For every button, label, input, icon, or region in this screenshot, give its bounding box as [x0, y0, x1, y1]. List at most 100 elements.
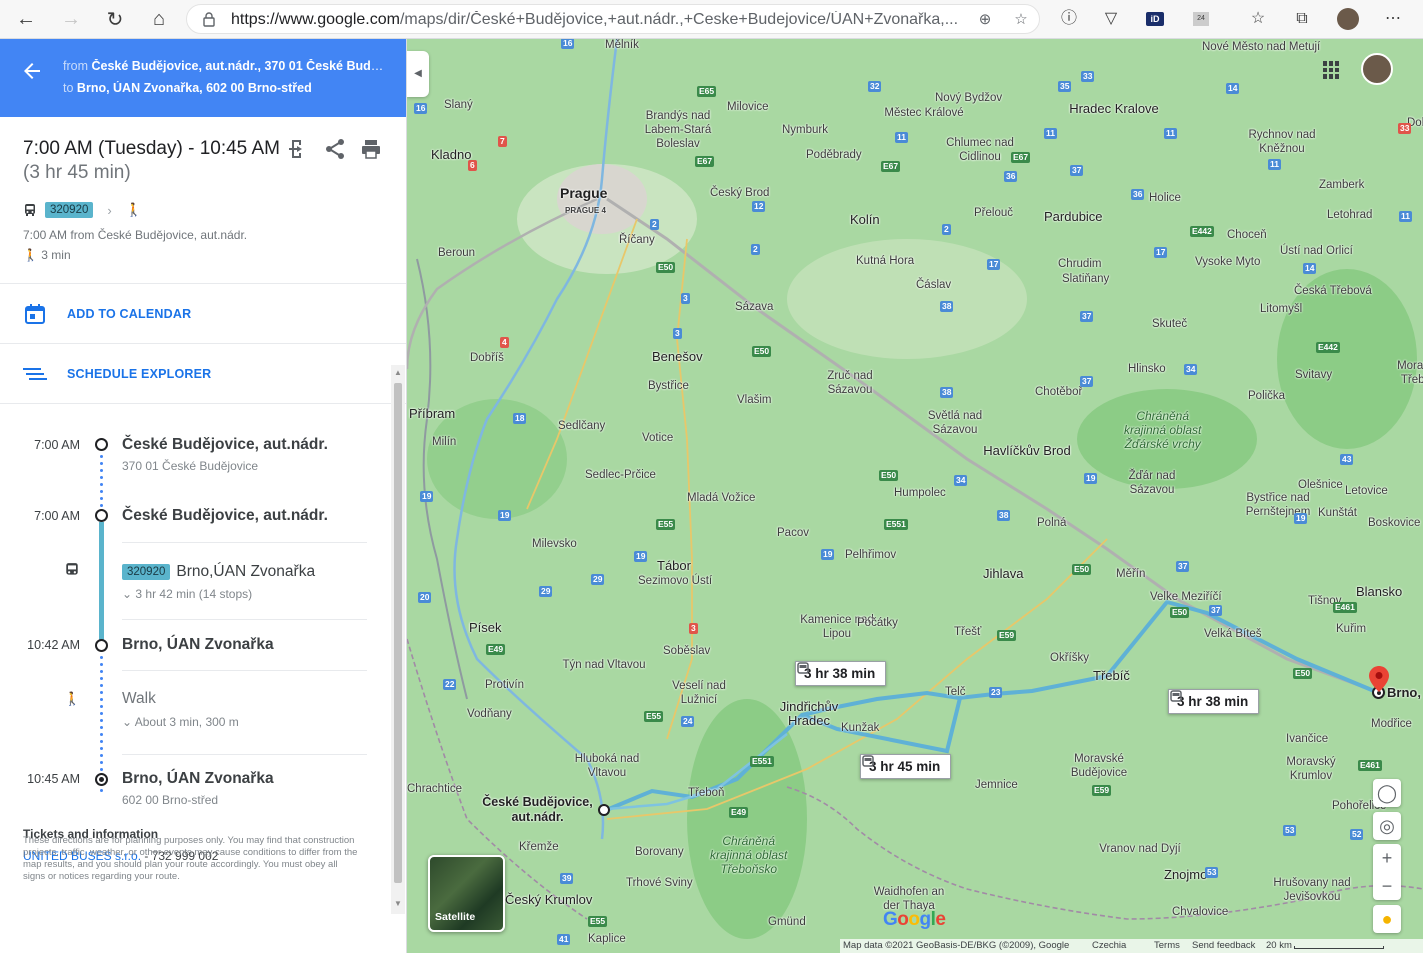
map-canvas[interactable]: ◀ Kladno Slaný Prague PRAGUE 4 Beroun Říčany B…	[407, 39, 1423, 953]
zoom-out-icon[interactable]: −	[1373, 872, 1401, 900]
place-label[interactable]: Slatiňany	[1062, 273, 1109, 285]
place-label[interactable]: Světlá nad Sázavou	[910, 409, 1000, 437]
place-label[interactable]: Prague	[560, 185, 607, 201]
place-label[interactable]: Svitavy	[1295, 369, 1332, 381]
place-label[interactable]: Kolín	[850, 212, 880, 227]
place-label[interactable]: Jemnice	[975, 779, 1018, 791]
place-label[interactable]: Jihlava	[983, 566, 1023, 581]
extension-id-icon[interactable]: iD	[1146, 12, 1164, 26]
place-label[interactable]: Blansko	[1356, 584, 1402, 599]
place-label[interactable]: Choceň	[1227, 229, 1267, 241]
place-label[interactable]: Mělník	[605, 39, 639, 51]
scroll-up-icon[interactable]: ▲	[394, 369, 402, 377]
place-label[interactable]: Vysoke Myto	[1195, 256, 1260, 268]
route-duration-callout[interactable]: 3 hr 38 min	[1168, 689, 1260, 714]
place-label[interactable]: Skuteč	[1152, 318, 1187, 330]
place-label[interactable]: Velke Meziříčí	[1150, 591, 1222, 603]
to-line[interactable]: to Brno, ÚAN Zvonařka, 602 00 Brno-střed	[63, 81, 388, 95]
pocket-icon[interactable]: ▽	[1101, 9, 1121, 29]
terms-link[interactable]: Terms	[1154, 940, 1180, 951]
place-label[interactable]: Chvalovice	[1172, 906, 1228, 918]
globe-view-button[interactable]: ◯	[1373, 779, 1401, 807]
place-label[interactable]: Čáslav	[916, 279, 951, 291]
place-label[interactable]: Litomyšl	[1260, 303, 1302, 315]
place-label[interactable]: Letovice	[1345, 485, 1388, 497]
scroll-down-icon[interactable]: ▼	[394, 900, 402, 908]
reload-icon[interactable]: ↻	[102, 6, 128, 32]
place-label[interactable]: Poděbrady	[806, 149, 862, 161]
place-label[interactable]: Rychnov nad Kněžnou	[1237, 128, 1327, 156]
place-label[interactable]: Mladá Vožice	[687, 492, 755, 504]
satellite-layer-toggle[interactable]: Satellite	[428, 855, 505, 932]
place-label[interactable]: Třebíč	[1093, 668, 1130, 683]
place-label[interactable]: Hluboká nad Vltavou	[562, 752, 652, 780]
account-avatar[interactable]	[1361, 53, 1393, 85]
home-icon[interactable]: ⌂	[146, 6, 172, 32]
place-label[interactable]: Velká Bíteš	[1204, 628, 1262, 640]
place-label[interactable]: Bystřice nad Pernštejnem	[1233, 491, 1323, 519]
place-label[interactable]: Sázava	[735, 301, 773, 313]
board-stop-title[interactable]: České Budějovice, aut.nádr.	[122, 507, 328, 525]
profile-avatar[interactable]	[1337, 8, 1359, 30]
place-label[interactable]: Kaplice	[588, 933, 626, 945]
place-label[interactable]: Městec Králové	[879, 106, 969, 120]
place-label[interactable]: Česká Třebová	[1294, 285, 1372, 297]
zoom-in-icon[interactable]: +	[1373, 844, 1401, 872]
place-label[interactable]: Hrušovany nad Jevišovkou	[1267, 876, 1357, 904]
place-label[interactable]: Borovany	[635, 846, 684, 858]
place-label[interactable]: Brandýs nad Labem-Stará Boleslav	[633, 109, 723, 151]
place-label[interactable]: Benešov	[652, 349, 703, 364]
place-label[interactable]: Třešť	[954, 626, 981, 638]
share-icon[interactable]	[323, 137, 347, 161]
place-label[interactable]: Měřín	[1116, 568, 1145, 580]
add-to-calendar-button[interactable]: ADD TO CALENDAR	[0, 284, 406, 344]
place-label[interactable]: Tábor	[657, 558, 691, 573]
place-label[interactable]: Počátky	[857, 617, 898, 629]
place-label[interactable]: Vlašim	[737, 394, 772, 406]
place-label[interactable]: Veselí nad Lužnicí	[654, 679, 744, 707]
address-bar[interactable]: https://www.google.com/maps/dir/České+Bu…	[186, 4, 1040, 34]
place-label[interactable]: Písek	[469, 620, 502, 635]
place-label[interactable]: Milovice	[727, 101, 769, 113]
favorites-list-icon[interactable]: ☆	[1248, 9, 1268, 29]
origin-marker[interactable]	[598, 804, 610, 816]
place-label[interactable]: PRAGUE 4	[565, 206, 606, 215]
place-label[interactable]: Polná	[1037, 517, 1066, 529]
route-duration-callout[interactable]: 3 hr 38 min	[795, 661, 887, 686]
place-label[interactable]: Znojmo	[1164, 867, 1207, 882]
place-label[interactable]: Příbram	[409, 406, 455, 421]
place-label[interactable]: Hlinsko	[1128, 363, 1166, 375]
place-label[interactable]: Kutná Hora	[856, 255, 914, 267]
tracking-icon[interactable]: ⓘ	[1059, 9, 1079, 29]
place-label[interactable]: Kunžak	[841, 722, 879, 734]
place-label[interactable]: Pelhřimov	[845, 549, 896, 561]
place-label[interactable]: Český Krumlov	[505, 892, 592, 907]
place-label[interactable]: Ústí nad Orlicí	[1280, 245, 1353, 257]
place-label[interactable]: Vranov nad Dyjí	[1095, 842, 1185, 856]
place-label[interactable]: Chotěboř	[1035, 386, 1082, 398]
place-label[interactable]: Žďár nad Sázavou	[1107, 469, 1197, 497]
place-label[interactable]: Chrudim	[1058, 258, 1101, 270]
back-arrow-icon[interactable]	[20, 59, 44, 83]
send-feedback-link[interactable]: Send feedback	[1192, 940, 1255, 951]
place-label[interactable]: Gmünd	[768, 916, 806, 928]
place-label[interactable]: Trhové Sviny	[626, 877, 693, 889]
place-label[interactable]: Protivín	[485, 679, 524, 691]
place-label[interactable]: Boskovice	[1368, 517, 1420, 529]
place-label[interactable]: Moravská Třebová	[1377, 359, 1423, 387]
place-label[interactable]: Havlíčkův Brod	[982, 444, 1072, 458]
place-label[interactable]: Dobříš	[470, 352, 504, 364]
place-label[interactable]: Votice	[642, 432, 673, 444]
bus-stops-expander[interactable]: ⌄ 3 hr 42 min (14 stops)	[122, 587, 252, 601]
place-label[interactable]: Přelouč	[974, 207, 1013, 219]
send-to-phone-icon[interactable]	[286, 137, 310, 161]
place-label[interactable]: Okříšky	[1050, 652, 1089, 664]
place-label[interactable]: Beroun	[438, 247, 475, 259]
place-label[interactable]: Modřice	[1371, 718, 1412, 730]
route-duration-callout[interactable]: 3 hr 45 min	[860, 754, 952, 779]
from-line[interactable]: from České Budějovice, aut.nádr., 370 01…	[63, 59, 388, 73]
place-label[interactable]: Polička	[1248, 390, 1285, 402]
place-label[interactable]: Kladno	[431, 147, 471, 162]
country-link[interactable]: Czechia	[1092, 940, 1126, 951]
place-label[interactable]: Sedlčany	[558, 420, 605, 432]
